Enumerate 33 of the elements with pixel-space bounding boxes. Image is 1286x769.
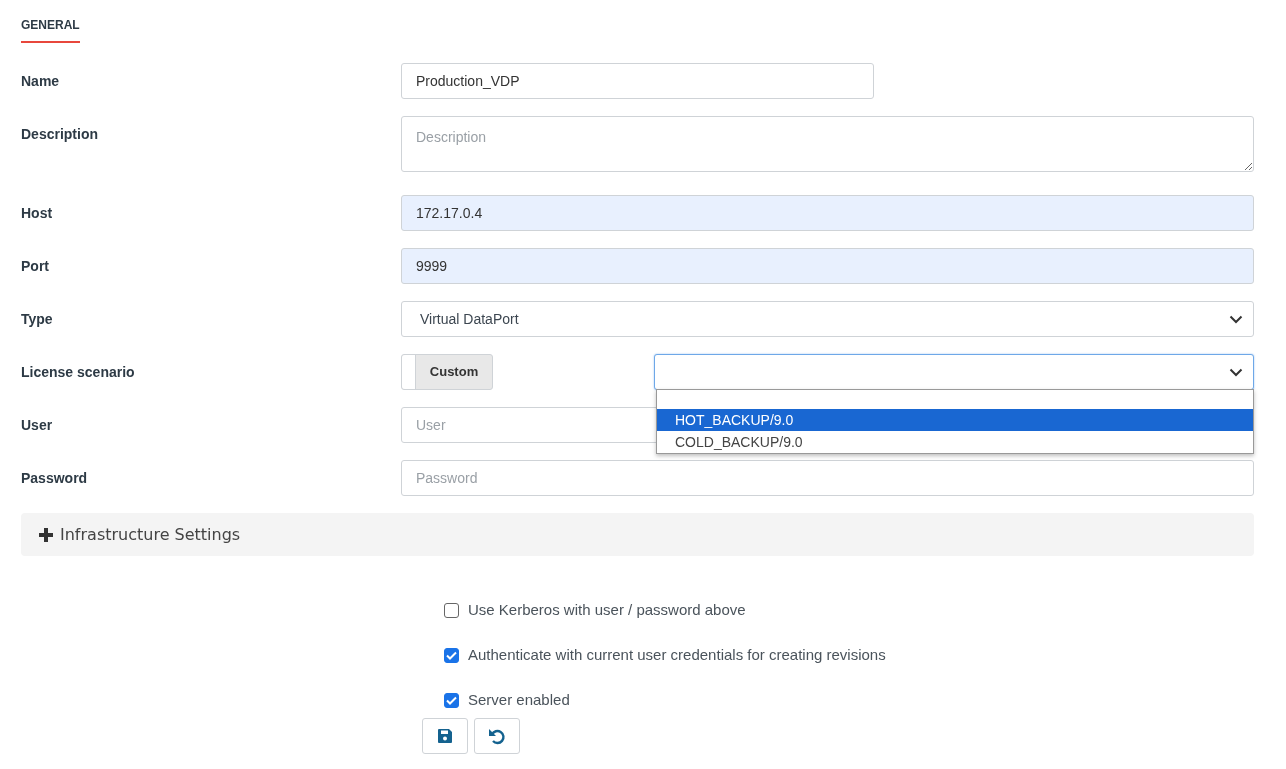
checkbox-label: Authenticate with current user credentials for creating revisions (468, 644, 886, 665)
section-tab[interactable]: GENERAL (21, 16, 80, 43)
checkbox[interactable] (444, 647, 459, 663)
plus-icon (38, 526, 54, 543)
chevron-down-icon (1229, 314, 1243, 324)
field-label: License scenario (21, 363, 136, 382)
field-label: Host (21, 204, 54, 223)
dropdown-option[interactable]: HOT_BACKUP/9.0 (657, 409, 1253, 431)
checkbox-label: Server enabled (468, 689, 570, 710)
save-button[interactable] (422, 718, 468, 754)
field-label: Name (21, 72, 61, 91)
field-label: User (21, 416, 54, 435)
collapsible-header[interactable]: Infrastructure Settings (21, 513, 1254, 556)
undo-icon (487, 726, 507, 746)
toggle-switch[interactable]: Custom (401, 354, 493, 390)
input-field[interactable]: 9999 (401, 248, 1254, 284)
checkbox[interactable] (444, 602, 459, 618)
checkbox[interactable] (444, 692, 459, 708)
input-field[interactable]: Production_VDP (401, 63, 874, 99)
section-title: Infrastructure Settings (60, 523, 241, 546)
field-label: Description (21, 125, 99, 144)
type-dropdown[interactable]: Virtual DataPort (401, 301, 1254, 337)
undo-button[interactable] (474, 718, 520, 754)
input-field[interactable]: 172.17.0.4 (401, 195, 1254, 231)
password-field[interactable]: Password (401, 460, 1254, 496)
dropdown-option[interactable]: COLD_BACKUP/9.0 (657, 431, 1253, 453)
field-label: Password (21, 469, 89, 488)
chevron-down-icon (1229, 367, 1243, 377)
license-dropdown[interactable] (654, 354, 1254, 390)
checkbox-label: Use Kerberos with user / password above (468, 599, 746, 620)
description-field[interactable]: Description (401, 116, 1254, 172)
field-label: Type (21, 310, 54, 329)
field-label: Port (21, 257, 50, 276)
